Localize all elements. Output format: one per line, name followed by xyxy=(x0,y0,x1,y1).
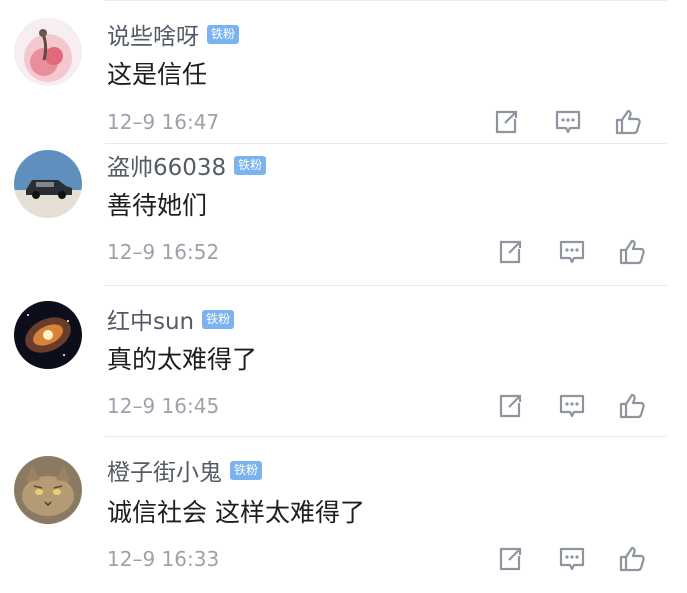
username[interactable]: 盗帅66038 xyxy=(107,148,226,182)
like-button[interactable] xyxy=(616,236,648,268)
comment-timestamp: 12–9 16:47 xyxy=(107,110,220,134)
cat-avatar-image xyxy=(14,456,82,524)
comment-divider xyxy=(105,143,667,144)
comment-header: 橙子街小鬼 铁粉 xyxy=(107,453,263,487)
comment-divider xyxy=(105,436,667,437)
comment-actions xyxy=(494,235,648,269)
username[interactable]: 红中sun xyxy=(107,302,194,336)
chat-bubble-icon xyxy=(559,547,585,571)
car-desert-avatar-image xyxy=(14,150,82,218)
external-link-icon xyxy=(495,110,518,134)
external-link-icon xyxy=(499,394,522,418)
repost-button[interactable] xyxy=(494,390,526,422)
top-divider xyxy=(105,0,667,1)
external-link-icon xyxy=(499,547,522,571)
comment-text: 诚信社会 这样太难得了 xyxy=(107,498,365,527)
thumbs-up-icon xyxy=(619,393,645,419)
comment-header: 说些啥呀 铁粉 xyxy=(107,17,240,51)
like-button[interactable] xyxy=(612,106,644,138)
fan-badge: 铁粉 xyxy=(230,460,263,480)
comment-actions xyxy=(494,389,648,423)
avatar[interactable] xyxy=(14,301,82,369)
comment-divider xyxy=(105,285,667,286)
chat-bubble-icon xyxy=(555,110,581,134)
comment-timestamp: 12–9 16:33 xyxy=(107,547,220,571)
thumbs-up-icon xyxy=(615,109,641,135)
comment-actions xyxy=(490,105,644,139)
fan-badge: 铁粉 xyxy=(234,155,267,175)
comment-actions xyxy=(494,542,648,576)
reply-button[interactable] xyxy=(556,236,588,268)
repost-button[interactable] xyxy=(494,543,526,575)
reply-button[interactable] xyxy=(556,543,588,575)
pink-floral-avatar-image xyxy=(14,18,82,86)
comment-text: 这是信任 xyxy=(107,60,208,89)
comment-timestamp: 12–9 16:45 xyxy=(107,394,220,418)
username[interactable]: 说些啥呀 xyxy=(107,17,199,51)
avatar[interactable] xyxy=(14,456,82,524)
chat-bubble-icon xyxy=(559,394,585,418)
fan-badge: 铁粉 xyxy=(207,24,240,44)
comment-timestamp: 12–9 16:52 xyxy=(107,240,220,264)
external-link-icon xyxy=(499,240,522,264)
comment-header: 红中sun 铁粉 xyxy=(107,302,235,336)
repost-button[interactable] xyxy=(494,236,526,268)
like-button[interactable] xyxy=(616,390,648,422)
avatar[interactable] xyxy=(14,18,82,86)
avatar[interactable] xyxy=(14,150,82,218)
comment-header: 盗帅66038 铁粉 xyxy=(107,148,267,182)
like-button[interactable] xyxy=(616,543,648,575)
thumbs-up-icon xyxy=(619,239,645,265)
chat-bubble-icon xyxy=(559,240,585,264)
thumbs-up-icon xyxy=(619,546,645,572)
repost-button[interactable] xyxy=(490,106,522,138)
reply-button[interactable] xyxy=(556,390,588,422)
comment-text: 善待她们 xyxy=(107,191,208,220)
fan-badge: 铁粉 xyxy=(202,309,235,329)
galaxy-avatar-image xyxy=(14,301,82,369)
username[interactable]: 橙子街小鬼 xyxy=(107,453,222,487)
reply-button[interactable] xyxy=(552,106,584,138)
comment-text: 真的太难得了 xyxy=(107,345,258,374)
